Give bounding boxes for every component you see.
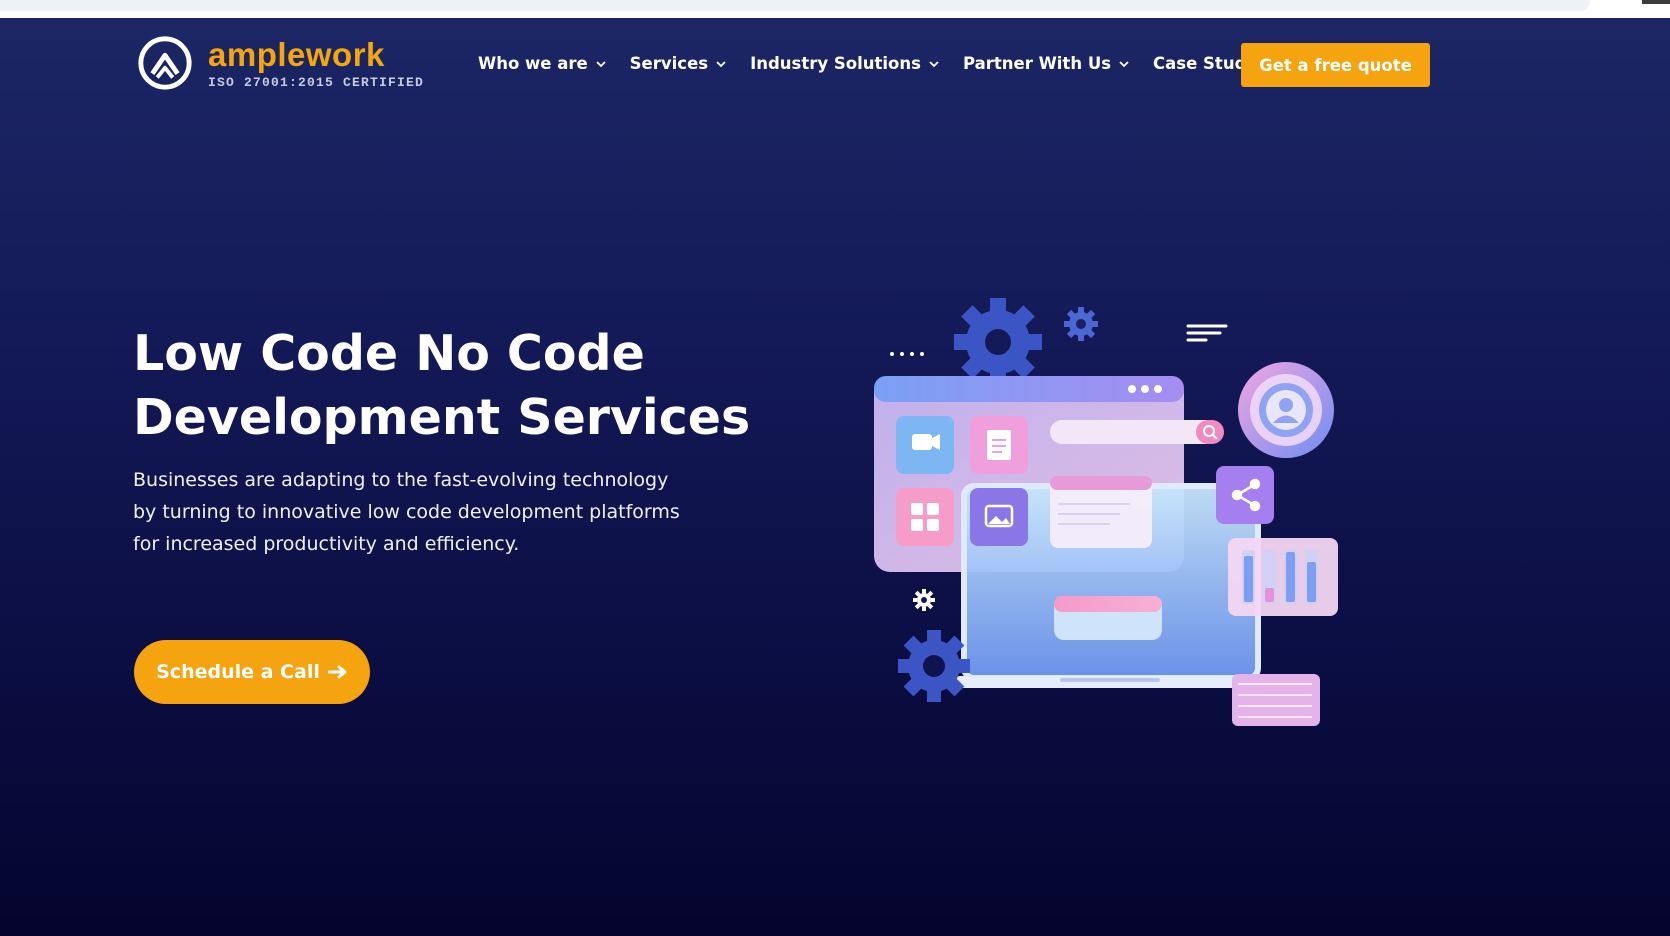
grid-tile-icon [896, 488, 954, 546]
hero-description: Businesses are adapting to the fast-evol… [133, 469, 680, 555]
gear-icon [954, 298, 1042, 386]
menu-lines-icon [1186, 324, 1228, 342]
gear-icon [913, 589, 935, 611]
browser-url-bar[interactable] [0, 0, 1590, 11]
avatar-icon [1238, 362, 1334, 458]
browser-edge [1642, 0, 1670, 4]
search-bar-shape [1050, 420, 1218, 444]
nav-item-industry-solutions[interactable]: Industry Solutions [750, 54, 939, 73]
form-card [1232, 674, 1320, 726]
main-navigation: Who we are Services Industry Solutions P… [478, 54, 1315, 73]
nav-item-services[interactable]: Services [630, 54, 726, 73]
low-code-illustration [874, 298, 1338, 726]
gear-icon [1064, 307, 1098, 341]
share-tile-icon [1216, 466, 1274, 524]
arrow-right-icon [327, 665, 347, 679]
nav-item-partner-with-us[interactable]: Partner With Us [963, 54, 1129, 73]
amplework-logo-icon [138, 36, 192, 90]
chevron-down-icon [1119, 60, 1129, 67]
brand-certification: ISO 27001:2015 CERTIFIED [208, 74, 425, 90]
get-free-quote-button[interactable]: Get a free quote [1241, 43, 1430, 87]
nav-item-who-we-are[interactable]: Who we are [478, 54, 606, 73]
hero-title-line1: Low Code No Code [133, 325, 645, 382]
chevron-down-icon [929, 60, 939, 67]
chevron-down-icon [716, 60, 726, 67]
page-title: Low Code No Code Development Services [133, 322, 813, 450]
gear-icon [898, 630, 970, 702]
site-header: amplework ISO 27001:2015 CERTIFIED Who w… [0, 18, 1670, 112]
image-tile-icon [970, 488, 1028, 546]
browser-address-strip [0, 0, 1670, 18]
hero-title-line2: Development Services [133, 389, 751, 446]
nav-item-label: Partner With Us [962, 54, 1112, 73]
dots-decoration [890, 352, 924, 356]
brand-logo[interactable]: amplework ISO 27001:2015 CERTIFIED [136, 34, 424, 92]
schedule-call-button[interactable]: Schedule a Call [134, 640, 370, 704]
brand-name: amplework [208, 35, 385, 73]
nav-item-label: Industry Solutions [750, 54, 921, 73]
schedule-call-label: Schedule a Call [156, 661, 320, 683]
nav-item-label: Services [629, 54, 709, 73]
nav-item-label: Who we are [478, 54, 588, 73]
chevron-down-icon [596, 60, 606, 67]
